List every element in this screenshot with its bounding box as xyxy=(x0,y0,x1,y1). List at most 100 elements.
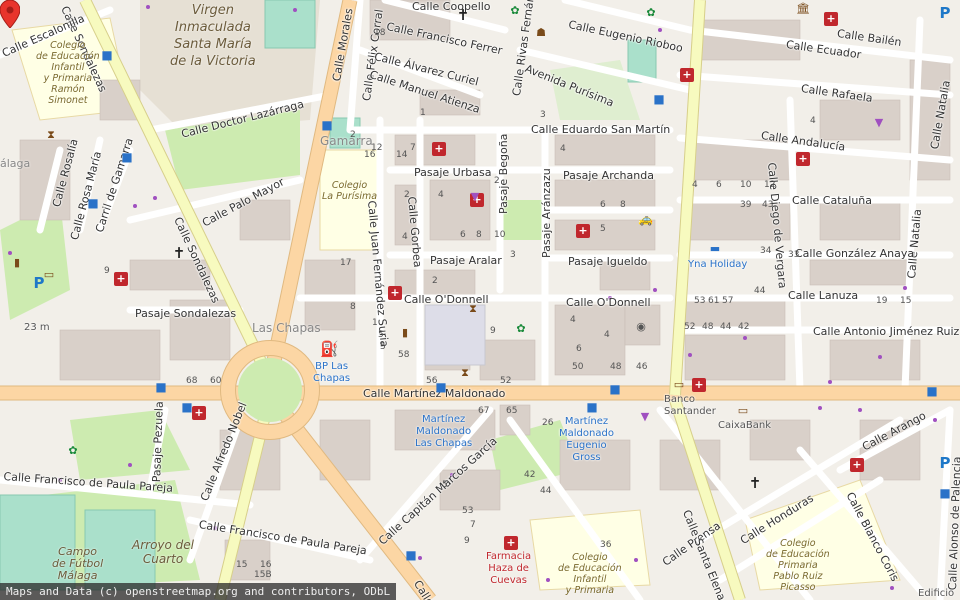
house-number: 48 xyxy=(702,322,714,332)
bus-stop-icon[interactable]: ■ xyxy=(86,196,100,210)
pharmacy-icon[interactable]: + xyxy=(796,152,810,166)
house-number: 50 xyxy=(572,362,584,372)
bus-stop-icon[interactable]: ■ xyxy=(404,548,418,562)
house-number: 5 xyxy=(378,330,384,340)
house-number: 46 xyxy=(636,362,648,372)
bus-stop-label-mm-eugenio: Martínez Maldonado Eugenio Gross xyxy=(559,416,614,463)
school-label-la-purisima: Colegio La Purísima xyxy=(322,180,378,202)
area-label-arroyo: Arroyo del Cuarto xyxy=(132,538,195,566)
museum-icon[interactable]: 🏛 xyxy=(796,2,810,16)
bus-stop-icon[interactable]: ■ xyxy=(154,380,168,394)
house-number: 9 xyxy=(464,536,470,546)
house-number: 4 xyxy=(570,315,576,325)
parking-icon[interactable]: P xyxy=(938,456,952,471)
bus-stop-icon[interactable]: ■ xyxy=(652,92,666,106)
house-number: 34 xyxy=(760,246,772,256)
house-number: 14 xyxy=(396,150,408,160)
playground-icon[interactable]: ✿ xyxy=(514,322,528,336)
theatre-icon[interactable]: ☗ xyxy=(534,26,548,40)
cinema-icon[interactable]: ▭ xyxy=(42,268,56,282)
bus-stop-icon[interactable]: ■ xyxy=(100,48,114,62)
elevation-label: 23 m xyxy=(24,322,50,333)
house-number: 6 xyxy=(460,230,466,240)
house-number: 4 xyxy=(810,116,816,126)
plaza-green xyxy=(500,200,545,240)
church-cross-icon: ✝ xyxy=(172,244,186,262)
bus-stop-icon[interactable]: ■ xyxy=(938,486,952,500)
roundabout-island xyxy=(238,358,302,422)
house-number: 5 xyxy=(380,342,386,352)
pharmacy-icon[interactable]: + xyxy=(388,286,402,300)
pharmacy-icon[interactable]: + xyxy=(192,406,206,420)
area-label-las-chapas: Las Chapas xyxy=(252,321,321,335)
atm-icon[interactable]: ▭ xyxy=(672,378,686,392)
bus-stop-icon[interactable]: ■ xyxy=(180,400,194,414)
poi-label-caixabank: CaixaBank xyxy=(718,420,772,431)
area-label-malaga: álaga xyxy=(0,157,31,170)
pharmacy-icon[interactable]: + xyxy=(114,272,128,286)
house-number: 2 xyxy=(494,176,500,186)
pharmacy-icon[interactable]: + xyxy=(432,142,446,156)
bus-stop-icon[interactable]: ■ xyxy=(120,150,134,164)
shop-icon[interactable]: ▼ xyxy=(638,410,652,424)
house-number: 9 xyxy=(490,326,496,336)
bus-stop-icon[interactable]: ■ xyxy=(585,400,599,414)
playground-icon[interactable]: ✿ xyxy=(644,6,658,20)
school-label-pablo-ruiz-picasso: Colegio de Educación Primaria Pablo Ruiz… xyxy=(766,538,830,593)
bus-stop-label-bp: BP Las Chapas xyxy=(313,361,351,384)
pharmacy-icon[interactable]: + xyxy=(692,378,706,392)
monument-icon: ⧗ xyxy=(47,128,55,141)
house-number: 19 xyxy=(876,296,888,306)
telecom-tower-icon: ◉ xyxy=(636,320,646,333)
house-number: 6 xyxy=(576,344,582,354)
playground-icon[interactable]: ✿ xyxy=(508,4,522,18)
house-number: 9 xyxy=(104,266,110,276)
area-label-gamarra: Gamarra xyxy=(320,134,373,148)
map-view[interactable]: Calle Sondalezas Calle Sondalezas Calle … xyxy=(0,0,960,600)
house-number: 42 xyxy=(524,470,536,480)
parking-icon[interactable]: P xyxy=(938,6,952,21)
school-label-south: Colegio de Educación Infantil y Primaria xyxy=(558,552,622,596)
house-number: 10 xyxy=(740,180,752,190)
taxi-icon[interactable]: 🚕 xyxy=(638,212,653,226)
house-number: 52 xyxy=(500,376,512,386)
house-number: 3 xyxy=(510,250,516,260)
fuel-station-icon[interactable]: ⛽ xyxy=(320,342,339,357)
house-number: 44 xyxy=(720,322,732,332)
bus-stop-icon[interactable]: ■ xyxy=(925,384,939,398)
bus-stop-icon[interactable]: ■ xyxy=(608,382,622,396)
house-number: 7 xyxy=(410,143,416,153)
house-number: 5 xyxy=(442,480,448,490)
playground-icon[interactable]: ✿ xyxy=(66,444,80,458)
bus-stop-icon[interactable]: ■ xyxy=(320,118,334,132)
location-pin-marker[interactable] xyxy=(0,0,20,28)
pharmacy-icon[interactable]: + xyxy=(504,536,518,550)
house-number: 6 xyxy=(600,200,606,210)
shop-icon[interactable]: ▼ xyxy=(872,116,886,130)
house-number: 12 xyxy=(764,180,776,190)
pharmacy-icon[interactable]: + xyxy=(850,458,864,472)
pharmacy-icon[interactable]: + xyxy=(680,68,694,82)
shop-icon[interactable]: ▼ xyxy=(468,190,482,204)
house-number: 58 xyxy=(398,350,410,360)
house-number: 53 xyxy=(462,506,474,516)
church-cross-icon: ✝ xyxy=(748,474,762,492)
house-number: 36 xyxy=(600,540,612,550)
house-number: 67 xyxy=(478,406,490,416)
library-icon[interactable]: ▮ xyxy=(398,326,412,340)
house-number: 1 xyxy=(420,108,426,118)
house-number: 43 xyxy=(762,200,774,210)
house-number: 53 xyxy=(694,296,706,306)
map-attribution[interactable]: Maps and Data (c) openstreetmap.org and … xyxy=(0,583,397,600)
pharmacy-icon[interactable]: + xyxy=(576,224,590,238)
house-number: 4 xyxy=(692,180,698,190)
house-number: 5 xyxy=(600,224,606,234)
house-number: 15 xyxy=(900,296,912,306)
house-number: 44 xyxy=(754,286,766,296)
area-label-campo: Campo de Fútbol Málaga xyxy=(52,545,104,582)
atm-icon[interactable]: ▭ xyxy=(736,404,750,418)
library-icon[interactable]: ▮ xyxy=(10,256,24,270)
pharmacy-icon[interactable]: + xyxy=(824,12,838,26)
hotel-icon[interactable]: ▬ xyxy=(708,242,722,256)
house-number: 48 xyxy=(610,362,622,372)
